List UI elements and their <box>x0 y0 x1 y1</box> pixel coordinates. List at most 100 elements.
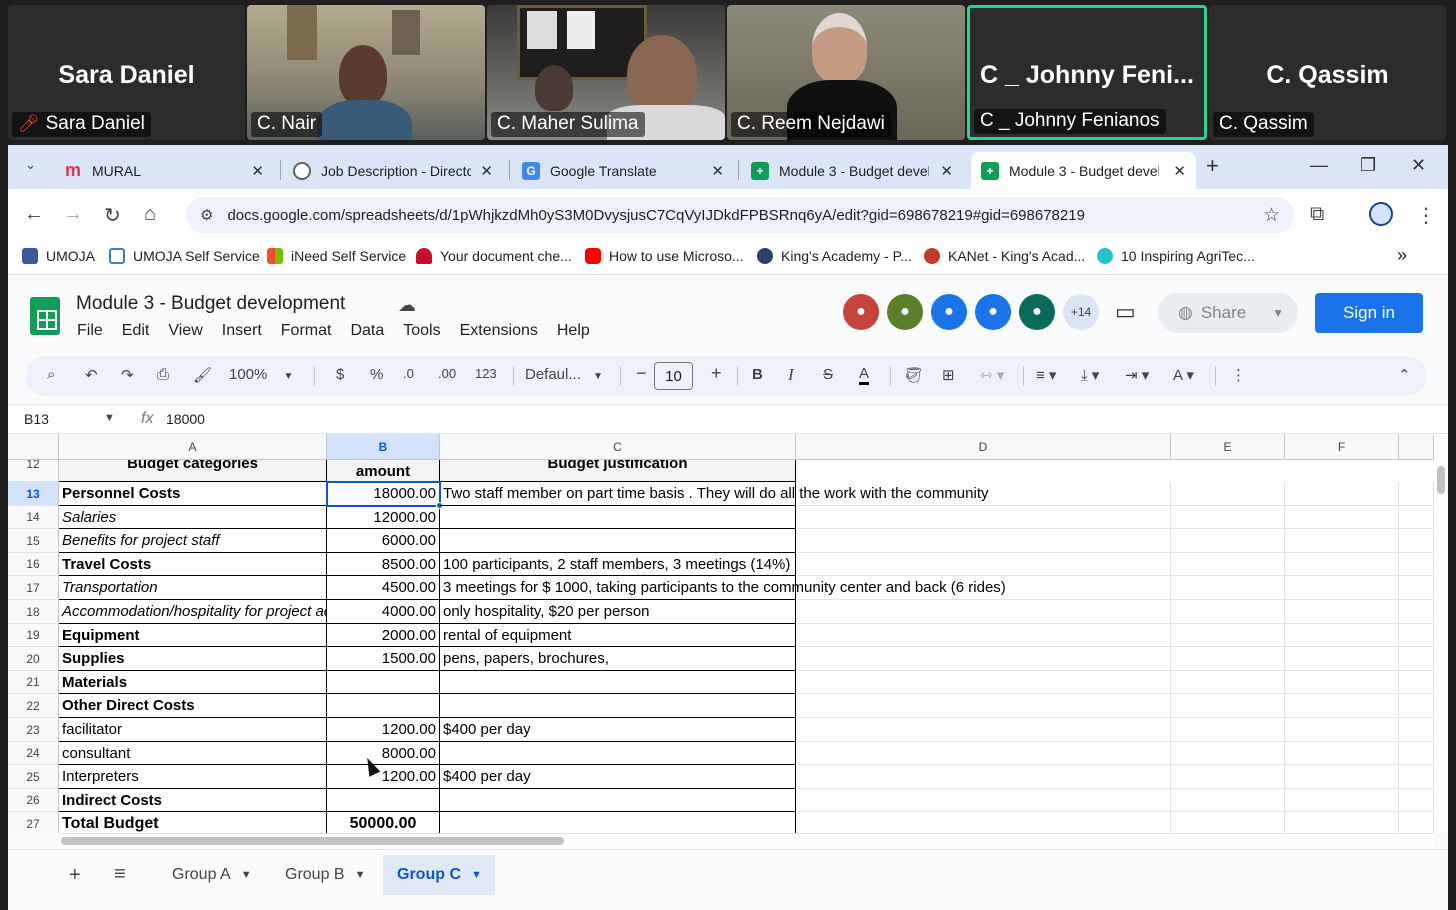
cloud-saved-icon[interactable]: ☁ <box>398 295 416 316</box>
participant-tile-sara-daniel[interactable]: Sara Daniel 🎤︎ Sara Daniel <box>8 5 245 140</box>
empty-cell[interactable] <box>1399 576 1434 600</box>
cell-category[interactable]: Indirect Costs <box>59 789 327 812</box>
bookmark-umoja[interactable]: UMOJA <box>22 248 95 264</box>
empty-cell[interactable] <box>1171 506 1285 529</box>
cell-category[interactable]: Total Budget <box>59 812 327 833</box>
bookmark-kings-academy[interactable]: King's Academy - P... <box>757 248 912 264</box>
home-icon[interactable]: ⌂ <box>144 203 156 226</box>
row-header[interactable]: 23 <box>8 718 59 742</box>
cell-justification[interactable]: pens, papers, brochures, <box>440 647 796 671</box>
text-rotation-icon[interactable]: A ▾ <box>1173 366 1194 384</box>
menu-tools[interactable]: Tools <box>403 322 440 340</box>
cell-category[interactable]: Transportation <box>59 576 327 600</box>
text-wrapping-icon[interactable]: ⇥ ▾ <box>1125 366 1149 384</box>
header-cell-amount[interactable]: amount <box>327 460 440 482</box>
empty-cell[interactable] <box>1285 765 1399 789</box>
anonymous-android-avatar[interactable]: ● <box>843 294 879 330</box>
cell-category[interactable]: Benefits for project staff <box>59 529 327 553</box>
bookmark-umoja-self-service[interactable]: UMOJA Self Service <box>109 248 260 264</box>
participant-tile-johnny-fenianos[interactable]: C _ Johnny Feni... C _ Johnny Fenianos <box>967 5 1207 140</box>
empty-cell[interactable] <box>1171 765 1285 789</box>
empty-cell[interactable] <box>1171 553 1285 576</box>
profile-avatar-icon[interactable] <box>1369 202 1393 226</box>
sheets-logo-icon[interactable] <box>30 297 60 335</box>
site-info-icon[interactable]: ⚙ <box>200 206 213 224</box>
more-bookmarks-icon[interactable]: » <box>1397 245 1407 266</box>
bold-button[interactable]: B <box>752 366 763 383</box>
bookmark-ineed[interactable]: iNeed Self Service <box>267 248 406 264</box>
cell-category[interactable]: consultant <box>59 742 327 765</box>
more-options-icon[interactable]: ⋮ <box>1231 366 1246 384</box>
bookmark-kanet[interactable]: KANet - King's Acad... <box>924 248 1085 264</box>
menu-format[interactable]: Format <box>281 322 332 340</box>
empty-cell[interactable] <box>1399 789 1434 812</box>
cell-amount[interactable]: 2000.00 <box>327 624 440 647</box>
anonymous-cat-avatar[interactable]: ● <box>931 294 967 330</box>
empty-cell[interactable] <box>1399 600 1434 624</box>
bookmark-agritech[interactable]: 10 Inspiring AgriTec... <box>1097 248 1255 264</box>
empty-cell[interactable] <box>1399 529 1434 553</box>
empty-cell[interactable] <box>1285 812 1399 833</box>
cell-justification[interactable]: only hospitality, $20 per person <box>440 600 796 624</box>
empty-cell[interactable] <box>1399 765 1434 789</box>
cell-justification[interactable] <box>440 671 796 694</box>
cell-category[interactable]: Personnel Costs <box>59 482 327 506</box>
cell-category[interactable]: facilitator <box>59 718 327 742</box>
fill-color-icon[interactable]: 🪣︎ <box>904 366 923 384</box>
cell-amount[interactable] <box>327 671 440 694</box>
anonymous-llama-avatar[interactable]: ● <box>1019 294 1055 330</box>
horizontal-align-icon[interactable]: ≡ ▾ <box>1036 366 1056 384</box>
empty-cell[interactable] <box>1171 812 1285 833</box>
row-header[interactable]: 19 <box>8 624 59 647</box>
participant-tile-c-nair[interactable]: C. Nair <box>247 5 485 140</box>
document-title[interactable]: Module 3 - Budget development <box>76 293 345 315</box>
empty-cell[interactable] <box>1285 600 1399 624</box>
tab-close-icon[interactable]: ✕ <box>480 162 493 180</box>
all-sheets-icon[interactable]: ≡ <box>114 863 126 886</box>
cell-category[interactable]: Other Direct Costs <box>59 694 327 718</box>
currency-format-button[interactable]: $ <box>336 366 344 383</box>
empty-cell[interactable] <box>1171 576 1285 600</box>
empty-cell[interactable] <box>1285 789 1399 812</box>
row-header[interactable]: 26 <box>8 789 59 812</box>
menu-edit[interactable]: Edit <box>122 322 150 340</box>
cell-amount[interactable] <box>327 789 440 812</box>
cell-justification[interactable] <box>440 506 796 529</box>
empty-cell[interactable] <box>1285 694 1399 718</box>
menu-data[interactable]: Data <box>350 322 384 340</box>
column-header-a[interactable]: A <box>59 434 327 460</box>
new-tab-button[interactable]: + <box>1206 153 1219 179</box>
column-header-b[interactable]: B <box>327 434 440 460</box>
row-header[interactable]: 18 <box>8 600 59 624</box>
empty-cell[interactable] <box>796 624 1171 647</box>
row-header[interactable]: 25 <box>8 765 59 789</box>
empty-cell[interactable] <box>1285 553 1399 576</box>
tab-close-icon[interactable]: ✕ <box>940 162 953 180</box>
empty-cell[interactable] <box>796 718 1171 742</box>
tab-google-translate[interactable]: G Google Translate ✕ <box>512 152 734 189</box>
empty-cell[interactable] <box>796 671 1171 694</box>
sheet-tab-dropdown-icon[interactable]: ▼ <box>355 869 366 881</box>
tab-mural[interactable]: m MURAL ✕ <box>54 152 274 189</box>
cell-amount[interactable]: 1500.00 <box>327 647 440 671</box>
empty-cell[interactable] <box>796 647 1171 671</box>
tab-close-icon[interactable]: ✕ <box>1173 162 1186 180</box>
empty-cell[interactable] <box>1285 718 1399 742</box>
empty-cell[interactable] <box>796 529 1171 553</box>
address-bar[interactable]: ⚙ docs.google.com/spreadsheets/d/1pWhjkz… <box>186 197 1294 233</box>
minimize-icon[interactable]: — <box>1310 155 1328 176</box>
cell-justification[interactable] <box>440 694 796 718</box>
menu-view[interactable]: View <box>168 322 202 340</box>
empty-cell[interactable] <box>796 600 1171 624</box>
empty-cell[interactable] <box>1285 529 1399 553</box>
text-color-button[interactable]: A <box>859 366 870 385</box>
close-window-icon[interactable]: ✕ <box>1411 155 1426 176</box>
italic-button[interactable]: I <box>788 365 794 385</box>
vertical-align-icon[interactable]: ⤓ ▾ <box>1081 366 1099 384</box>
empty-cell[interactable] <box>1285 624 1399 647</box>
horizontal-scroll-thumb[interactable] <box>61 837 564 845</box>
empty-cell[interactable] <box>1171 742 1285 765</box>
empty-cell[interactable] <box>796 765 1171 789</box>
empty-cell[interactable] <box>1171 600 1285 624</box>
sheet-tab-group-a[interactable]: Group A ▼ <box>158 855 265 895</box>
